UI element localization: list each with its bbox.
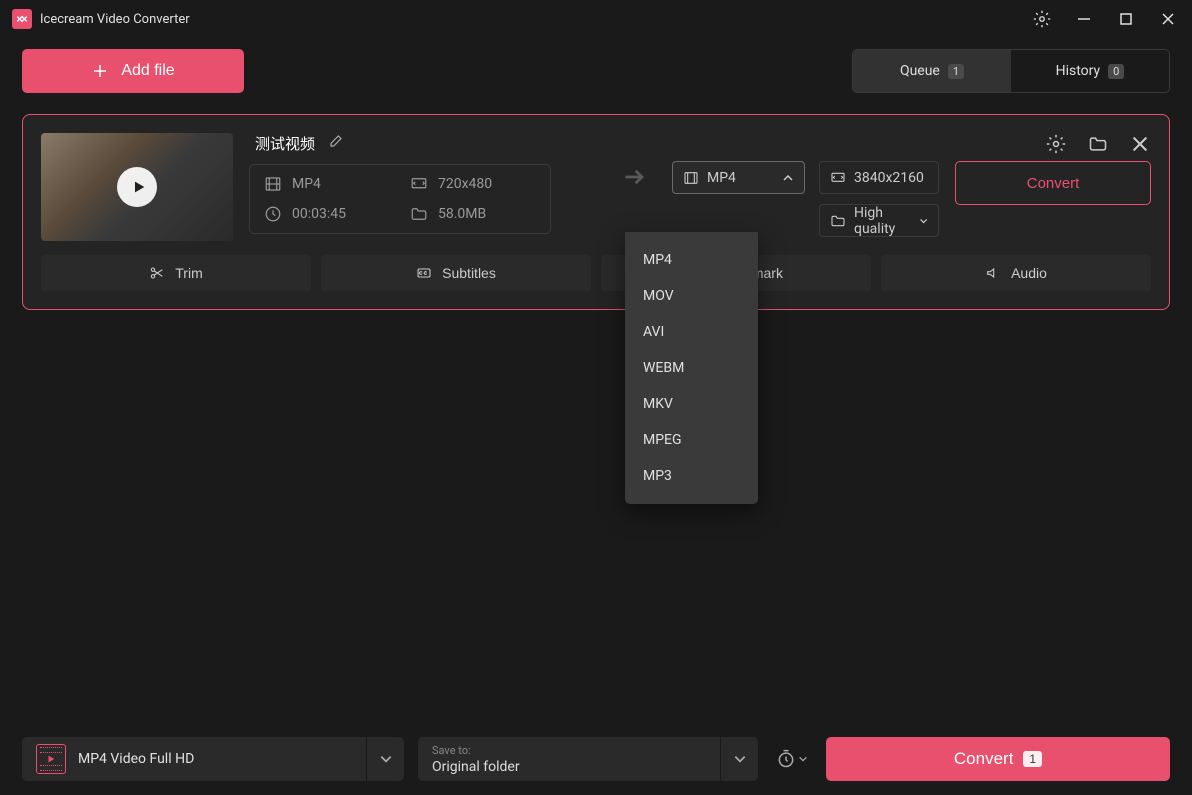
resolution-icon bbox=[830, 170, 846, 186]
history-count-badge: 0 bbox=[1108, 64, 1124, 79]
clock-icon bbox=[264, 205, 282, 223]
save-to-label: Save to: bbox=[432, 744, 744, 757]
dropdown-item[interactable]: MOV bbox=[625, 278, 758, 314]
minimize-button[interactable] bbox=[1072, 7, 1096, 31]
resolution-select[interactable]: 3840x2160 bbox=[819, 161, 939, 194]
tab-queue[interactable]: Queue 1 bbox=[853, 50, 1011, 92]
chevron-down-icon bbox=[919, 215, 928, 227]
app-logo bbox=[12, 9, 32, 29]
film-icon bbox=[264, 175, 282, 193]
convert-item-button[interactable]: Convert bbox=[955, 161, 1151, 205]
dropdown-item[interactable]: AVI bbox=[625, 314, 758, 350]
resolution-icon bbox=[410, 175, 428, 193]
convert-all-button[interactable]: Convert 1 bbox=[826, 737, 1170, 781]
chevron-down-icon[interactable] bbox=[720, 737, 758, 781]
queue-count-badge: 1 bbox=[948, 64, 964, 79]
timer-icon bbox=[776, 749, 796, 769]
play-icon bbox=[117, 167, 157, 207]
footer: MP4 Video Full HD Save to: Original fold… bbox=[0, 723, 1192, 795]
tabs: Queue 1 History 0 bbox=[852, 49, 1170, 93]
chevron-down-icon bbox=[798, 754, 808, 764]
save-to-select[interactable]: Save to: Original folder bbox=[418, 737, 758, 781]
audio-icon bbox=[985, 265, 1001, 281]
film-icon bbox=[683, 170, 699, 186]
item-title: 测试视频 bbox=[255, 133, 315, 154]
add-file-button[interactable]: Add file bbox=[22, 49, 244, 93]
titlebar: Icecream Video Converter bbox=[0, 0, 1192, 38]
scissors-icon bbox=[149, 265, 165, 281]
edit-icon[interactable] bbox=[327, 134, 343, 154]
maximize-button[interactable] bbox=[1114, 7, 1138, 31]
tab-history[interactable]: History 0 bbox=[1011, 50, 1169, 92]
dropdown-item[interactable]: MPEG bbox=[625, 422, 758, 458]
format-dropdown: MP4 MOV AVI WEBM MKV MPEG MP3 bbox=[625, 232, 758, 504]
format-select[interactable]: MP4 bbox=[672, 161, 805, 194]
queue-item-card: 测试视频 MP4 720x480 00:03:45 58.0MB bbox=[22, 114, 1170, 310]
dropdown-item[interactable]: MP3 bbox=[625, 458, 758, 494]
video-thumbnail[interactable] bbox=[41, 133, 233, 241]
quality-select[interactable]: High quality bbox=[819, 204, 939, 237]
app-title: Icecream Video Converter bbox=[40, 12, 190, 27]
folder-icon[interactable] bbox=[1087, 133, 1109, 155]
arrow-icon bbox=[616, 161, 656, 193]
chevron-down-icon[interactable] bbox=[366, 737, 404, 781]
source-meta: MP4 720x480 00:03:45 58.0MB bbox=[249, 164, 551, 234]
plus-icon bbox=[91, 62, 109, 80]
trim-button[interactable]: Trim bbox=[41, 255, 311, 291]
toolbar: Add file Queue 1 History 0 bbox=[0, 38, 1192, 104]
timer-button[interactable] bbox=[772, 737, 812, 781]
settings-icon[interactable] bbox=[1030, 7, 1054, 31]
save-to-value: Original folder bbox=[432, 759, 744, 775]
chevron-up-icon bbox=[782, 172, 794, 184]
dropdown-item[interactable]: MKV bbox=[625, 386, 758, 422]
close-button[interactable] bbox=[1156, 7, 1180, 31]
dropdown-item[interactable]: MP4 bbox=[625, 242, 758, 278]
audio-button[interactable]: Audio bbox=[881, 255, 1151, 291]
close-icon[interactable] bbox=[1129, 133, 1151, 155]
subtitles-button[interactable]: Subtitles bbox=[321, 255, 591, 291]
file-icon bbox=[410, 205, 428, 223]
cc-icon bbox=[416, 265, 432, 281]
preset-icon bbox=[36, 744, 66, 774]
convert-count-badge: 1 bbox=[1023, 751, 1042, 767]
item-settings-icon[interactable] bbox=[1045, 133, 1067, 155]
preset-select[interactable]: MP4 Video Full HD bbox=[22, 737, 404, 781]
dropdown-item[interactable]: WEBM bbox=[625, 350, 758, 386]
folder-icon bbox=[830, 213, 846, 229]
